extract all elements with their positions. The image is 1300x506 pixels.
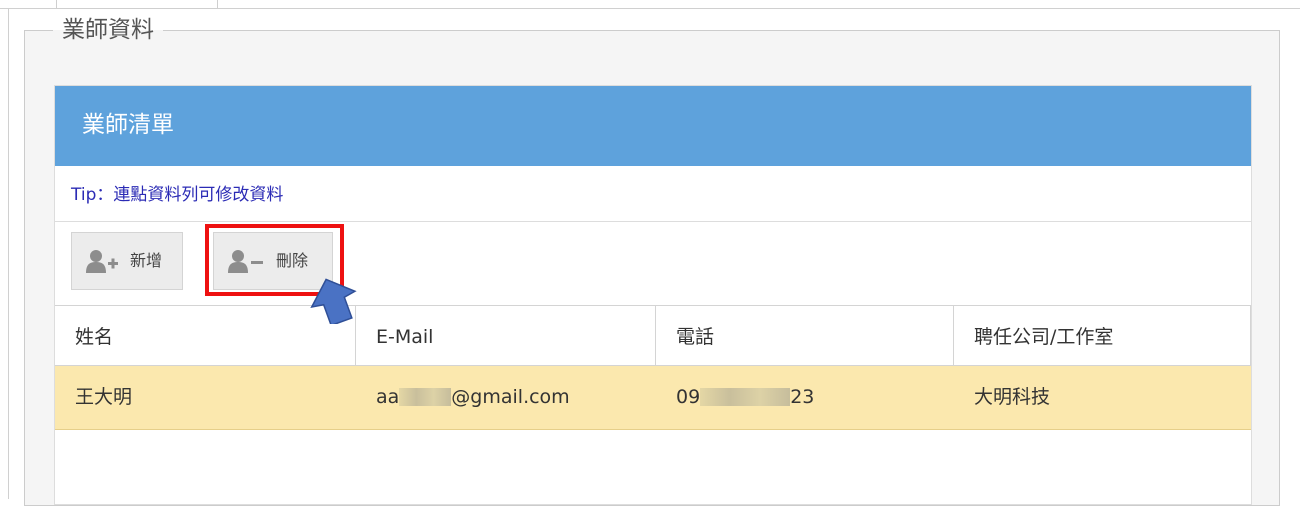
redacted-phone-segment [700,388,791,406]
column-header-phone[interactable]: 電話 [656,306,954,365]
email-prefix: aa [376,386,400,408]
delete-button-label: 刪除 [276,251,309,270]
add-button-label: 新增 [130,251,163,270]
phone-prefix: 09 [676,386,701,408]
cell-name: 王大明 [75,386,133,408]
left-frame-border [8,9,9,499]
tip-row: Tip：連點資料列可修改資料 [55,166,1251,222]
cell-company: 大明科技 [974,386,1051,408]
top-tab-fragment [56,0,218,9]
cell-email: aa @gmail.com [356,366,656,429]
column-header-email[interactable]: E-Mail [356,306,656,365]
panel-title: 業師清單 [82,112,174,138]
redacted-email-segment [399,388,452,406]
user-minus-icon [228,249,268,277]
phone-suffix: 23 [790,386,815,408]
panel-header: 業師清單 [55,86,1251,166]
cell-phone: 09 23 [656,366,954,429]
column-header-company[interactable]: 聘任公司/工作室 [954,306,1251,365]
pointer-arrow-icon [310,278,358,328]
user-plus-icon [86,249,122,277]
mentor-list-panel: 業師清單 Tip：連點資料列可修改資料 新增 刪除 姓名 E-Mail 電話 聘… [54,85,1252,505]
toolbar: 新增 刪除 [55,222,1251,305]
table-header-row: 姓名 E-Mail 電話 聘任公司/工作室 [55,305,1251,366]
table-row[interactable]: 王大明 aa @gmail.com 09 23 大明科技 [55,366,1251,430]
section-legend: 業師資料 [62,17,154,43]
add-button[interactable]: 新增 [71,232,183,290]
email-suffix: @gmail.com [451,386,570,408]
tip-text: Tip：連點資料列可修改資料 [71,185,284,205]
